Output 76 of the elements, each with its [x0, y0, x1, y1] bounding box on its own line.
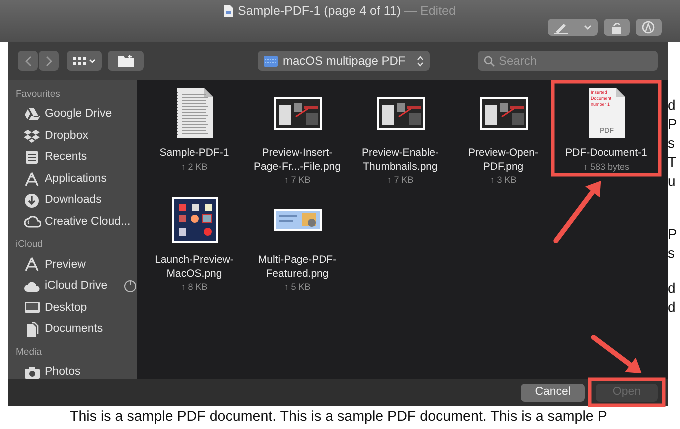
file-size: ↑ 7 KB — [387, 174, 414, 186]
sidebar-heading: iCloud — [15, 238, 44, 252]
arrow — [591, 335, 642, 374]
sidebar-heading: Favourites — [15, 88, 62, 102]
sidebar-item[interactable]: Downloads — [8, 190, 137, 212]
new-folder-button[interactable] — [108, 51, 144, 71]
pdf-file-icon — [588, 88, 624, 138]
caret-icon — [89, 58, 96, 64]
document-text-fragment: s — [668, 134, 676, 152]
file-name[interactable]: Preview-Insert- Page-Fr...-File.png — [254, 147, 341, 174]
document-text-fragment: P — [668, 115, 678, 133]
sidebar-item[interactable]: Dropbox — [8, 126, 137, 148]
file-name[interactable]: PDF-Document-1 — [566, 147, 648, 160]
forward-button[interactable] — [39, 51, 59, 71]
folder-icon — [264, 56, 278, 66]
search-icon — [484, 56, 495, 66]
sidebar-item[interactable]: Preview — [8, 254, 137, 276]
document-text-fragment: s — [668, 244, 676, 262]
file-size: ↑ 7 KB — [284, 174, 311, 186]
file-size: ↑ 2 KB — [181, 160, 208, 172]
document-icon — [224, 5, 234, 17]
sidebar-item[interactable]: Recents — [8, 147, 137, 169]
file-size: ↑ 8 KB — [181, 281, 208, 293]
document-thumbnail — [176, 88, 212, 138]
chevron-right-icon — [46, 56, 52, 66]
apps-icon — [24, 172, 41, 188]
back-button[interactable] — [18, 51, 38, 71]
up-down-chevron-icon — [417, 56, 424, 66]
file-name[interactable]: Multi-Page-PDF- Featured.png — [258, 254, 337, 281]
grid-view-icon — [73, 56, 86, 66]
arrow — [554, 181, 602, 244]
file-name[interactable]: Preview-Open- PDF.png — [468, 147, 539, 174]
rotate-icon — [610, 22, 623, 34]
search-field[interactable]: Search — [478, 51, 658, 71]
creative-cloud-icon — [24, 214, 41, 230]
sidebar-item[interactable]: Documents — [8, 319, 137, 340]
file-size: ↑ 5 KB — [284, 281, 311, 293]
chevron-left-icon — [24, 56, 32, 66]
sidebar-item[interactable]: Applications — [8, 168, 137, 190]
document-text-fragment: T — [668, 153, 678, 171]
document-text-fragment: P — [668, 225, 678, 243]
window-title: Sample-PDF-1 (page 4 of 11) — [238, 4, 402, 18]
cancel-button[interactable]: Cancel — [521, 384, 585, 402]
file-size: ↑ 583 bytes — [583, 160, 630, 172]
sidebar-item[interactable]: iCloud Drive — [8, 276, 137, 298]
edited-status: — Edited — [404, 4, 456, 18]
sidebar-item[interactable]: Photos — [8, 362, 137, 379]
document-text-fragment: d — [668, 298, 677, 316]
dropbox-icon — [24, 128, 41, 144]
document-text-fragment: d — [668, 96, 677, 114]
new-folder-icon — [118, 55, 134, 67]
file-name[interactable]: Preview-Enable- Thumbnails.png — [362, 147, 440, 174]
markup-button[interactable] — [636, 19, 662, 36]
location-popup[interactable]: macOS multipage PDF — [258, 51, 430, 71]
file-name[interactable]: Launch-Preview- MacOS.png — [155, 254, 234, 281]
markup-pen-button[interactable] — [548, 19, 598, 36]
pen-icon — [554, 22, 568, 34]
document-text: This is a sample PDF document. This is a sample PDF document. This is a sample P — [69, 408, 608, 427]
markup-icon — [642, 21, 655, 34]
sidebar-heading: Media — [15, 346, 43, 360]
search-input[interactable]: Search — [499, 52, 649, 70]
document-text-fragment: d — [668, 279, 677, 297]
drive-icon — [24, 107, 41, 123]
documents-icon — [24, 322, 41, 338]
caret-icon — [584, 24, 592, 30]
apps-icon — [24, 257, 41, 274]
download-icon — [24, 193, 41, 209]
sidebar-item[interactable]: Google Drive — [8, 104, 137, 126]
file-name[interactable]: Sample-PDF-1 — [160, 147, 230, 160]
file-size: ↑ 3 KB — [490, 174, 517, 186]
sidebar-item[interactable]: Desktop — [8, 298, 137, 319]
document-text-fragment: u — [668, 172, 677, 190]
sidebar-item[interactable]: Creative Cloud... — [8, 212, 137, 234]
rotate-button[interactable] — [604, 19, 630, 36]
view-options-button[interactable] — [67, 51, 102, 71]
clock-list-icon — [24, 150, 41, 166]
